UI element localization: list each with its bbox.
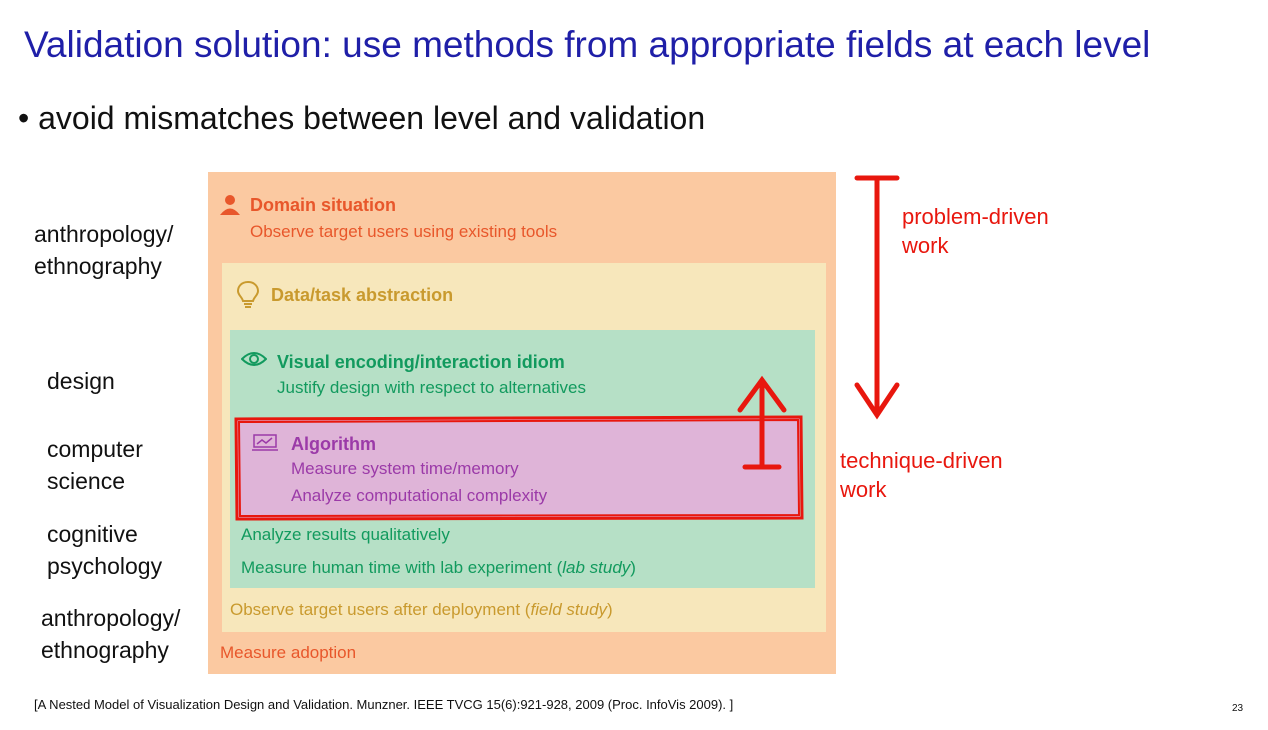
red-highlight-rectangle <box>234 415 804 521</box>
technique-driven-label: technique-driven work <box>840 446 1003 504</box>
problem-driven-label: problem-driven work <box>902 202 1049 260</box>
technique-driven-line: technique-driven <box>840 448 1003 473</box>
annotation-overlay <box>234 175 900 521</box>
page-number: 23 <box>1232 703 1244 714</box>
technique-driven-arrow <box>737 375 787 470</box>
problem-driven-line: work <box>902 233 949 258</box>
problem-driven-arrow <box>854 175 900 420</box>
technique-driven-line: work <box>840 477 887 502</box>
problem-driven-line: problem-driven <box>902 204 1049 229</box>
citation: [A Nested Model of Visualization Design … <box>34 697 734 712</box>
